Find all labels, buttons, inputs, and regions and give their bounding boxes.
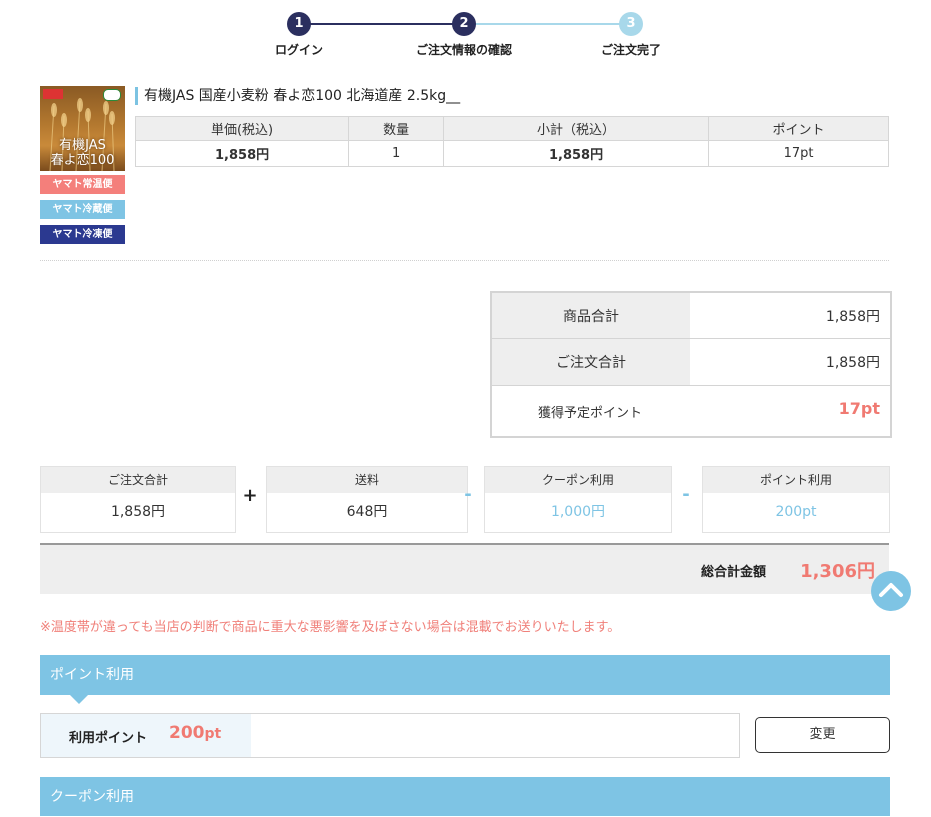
product-detail-table: 単価(税込) 数量 小計（税込） ポイント 1,858円 1 1,858円 17… bbox=[134, 116, 889, 167]
minus-operator: - bbox=[682, 484, 690, 505]
change-points-button[interactable]: 変更 bbox=[755, 717, 890, 753]
step-3-circle: 3 bbox=[619, 12, 643, 36]
shipping-tag-normal: ヤマト常温便 bbox=[40, 175, 125, 194]
calc-value: 200pt bbox=[775, 504, 817, 520]
point-usage-label-cell: 利用ポイント 200pt bbox=[41, 714, 251, 757]
section-divider bbox=[40, 260, 889, 261]
calc-value: 648円 bbox=[346, 504, 388, 520]
point-usage-label: 利用ポイント bbox=[69, 731, 148, 746]
calc-value: 1,000円 bbox=[550, 504, 606, 520]
summary-value: 1,858円 bbox=[825, 355, 880, 371]
point-usage-value: 200pt bbox=[169, 723, 221, 743]
quantity-value: 1 bbox=[348, 140, 445, 167]
subtotal-value: 1,858円 bbox=[443, 140, 710, 167]
calc-label: ポイント利用 bbox=[703, 467, 889, 493]
product-title[interactable]: 有機JAS 国産小麦粉 春よ恋100 北海道産 2.5kg__ bbox=[135, 87, 460, 105]
product-image[interactable]: 有機JAS 春よ恋100 bbox=[40, 86, 125, 171]
plus-operator: + bbox=[242, 485, 258, 506]
calc-coupon: クーポン利用 1,000円 bbox=[484, 466, 672, 533]
order-summary-box: 商品合計 1,858円 ご注文合計 1,858円 獲得予定ポイント 17pt bbox=[490, 291, 892, 438]
coupon-section-header[interactable]: クーポン利用 bbox=[40, 777, 890, 816]
step-2-circle: 2 bbox=[452, 12, 476, 36]
grand-total-bar: 総合計金額 1,306円 bbox=[40, 543, 889, 594]
calc-label: 送料 bbox=[267, 467, 467, 493]
calc-order-total: ご注文合計 1,858円 bbox=[40, 466, 236, 533]
grand-total-label: 総合計金額 bbox=[700, 565, 766, 580]
back-to-top-button[interactable] bbox=[871, 571, 911, 611]
step-connector-done bbox=[310, 23, 463, 25]
calc-shipping: 送料 648円 bbox=[266, 466, 468, 533]
minus-operator: - bbox=[464, 484, 472, 505]
chevron-up-icon bbox=[879, 583, 903, 597]
header-subtotal: 小計（税込） bbox=[443, 116, 710, 141]
step-3-label: ご注文完了 bbox=[600, 43, 662, 57]
header-quantity: 数量 bbox=[348, 116, 445, 141]
calc-label: クーポン利用 bbox=[485, 467, 671, 493]
summary-label: 商品合計 bbox=[492, 293, 690, 338]
brand-logo-icon bbox=[43, 89, 63, 99]
calc-value: 1,858円 bbox=[110, 504, 166, 520]
summary-value: 1,858円 bbox=[825, 308, 880, 325]
header-unit-price: 単価(税込) bbox=[134, 116, 350, 141]
step-1-circle: 1 bbox=[287, 12, 311, 36]
calc-points: ポイント利用 200pt bbox=[702, 466, 890, 533]
organic-jas-icon bbox=[103, 89, 121, 101]
point-section-header: ポイント利用 bbox=[40, 655, 890, 695]
product-image-text-line2: 春よ恋100 bbox=[50, 153, 115, 168]
point-usage-unit: pt bbox=[204, 726, 222, 742]
point-usage-box: 利用ポイント 200pt bbox=[40, 713, 740, 758]
step-1-label: ログイン bbox=[274, 43, 324, 57]
earned-points-value: 17pt bbox=[838, 399, 880, 418]
summary-row-order-total: ご注文合計 1,858円 bbox=[492, 339, 890, 386]
unit-price-value: 1,858円 bbox=[134, 140, 350, 167]
step-connector-pending bbox=[475, 23, 628, 25]
points-value: 17pt bbox=[708, 140, 889, 167]
header-points: ポイント bbox=[708, 116, 889, 141]
calc-label: ご注文合計 bbox=[41, 467, 235, 493]
shipping-tag-chilled: ヤマト冷蔵便 bbox=[40, 200, 125, 219]
step-2-label: ご注文情報の確認 bbox=[415, 43, 513, 57]
grand-total-value: 1,306円 bbox=[800, 561, 875, 582]
summary-row-item-total: 商品合計 1,858円 bbox=[492, 293, 890, 339]
summary-label: 獲得予定ポイント bbox=[538, 406, 643, 421]
summary-label: ご注文合計 bbox=[492, 339, 690, 385]
summary-row-earned-points: 獲得予定ポイント 17pt bbox=[492, 386, 890, 436]
temperature-notice: ※温度帯が違っても当店の判断で商品に重大な悪影響を及ぼさない場合は混載でお送りい… bbox=[40, 620, 621, 635]
shipping-tag-frozen: ヤマト冷凍便 bbox=[40, 225, 125, 244]
point-usage-number: 200 bbox=[169, 723, 205, 743]
section-pointer bbox=[70, 695, 88, 704]
